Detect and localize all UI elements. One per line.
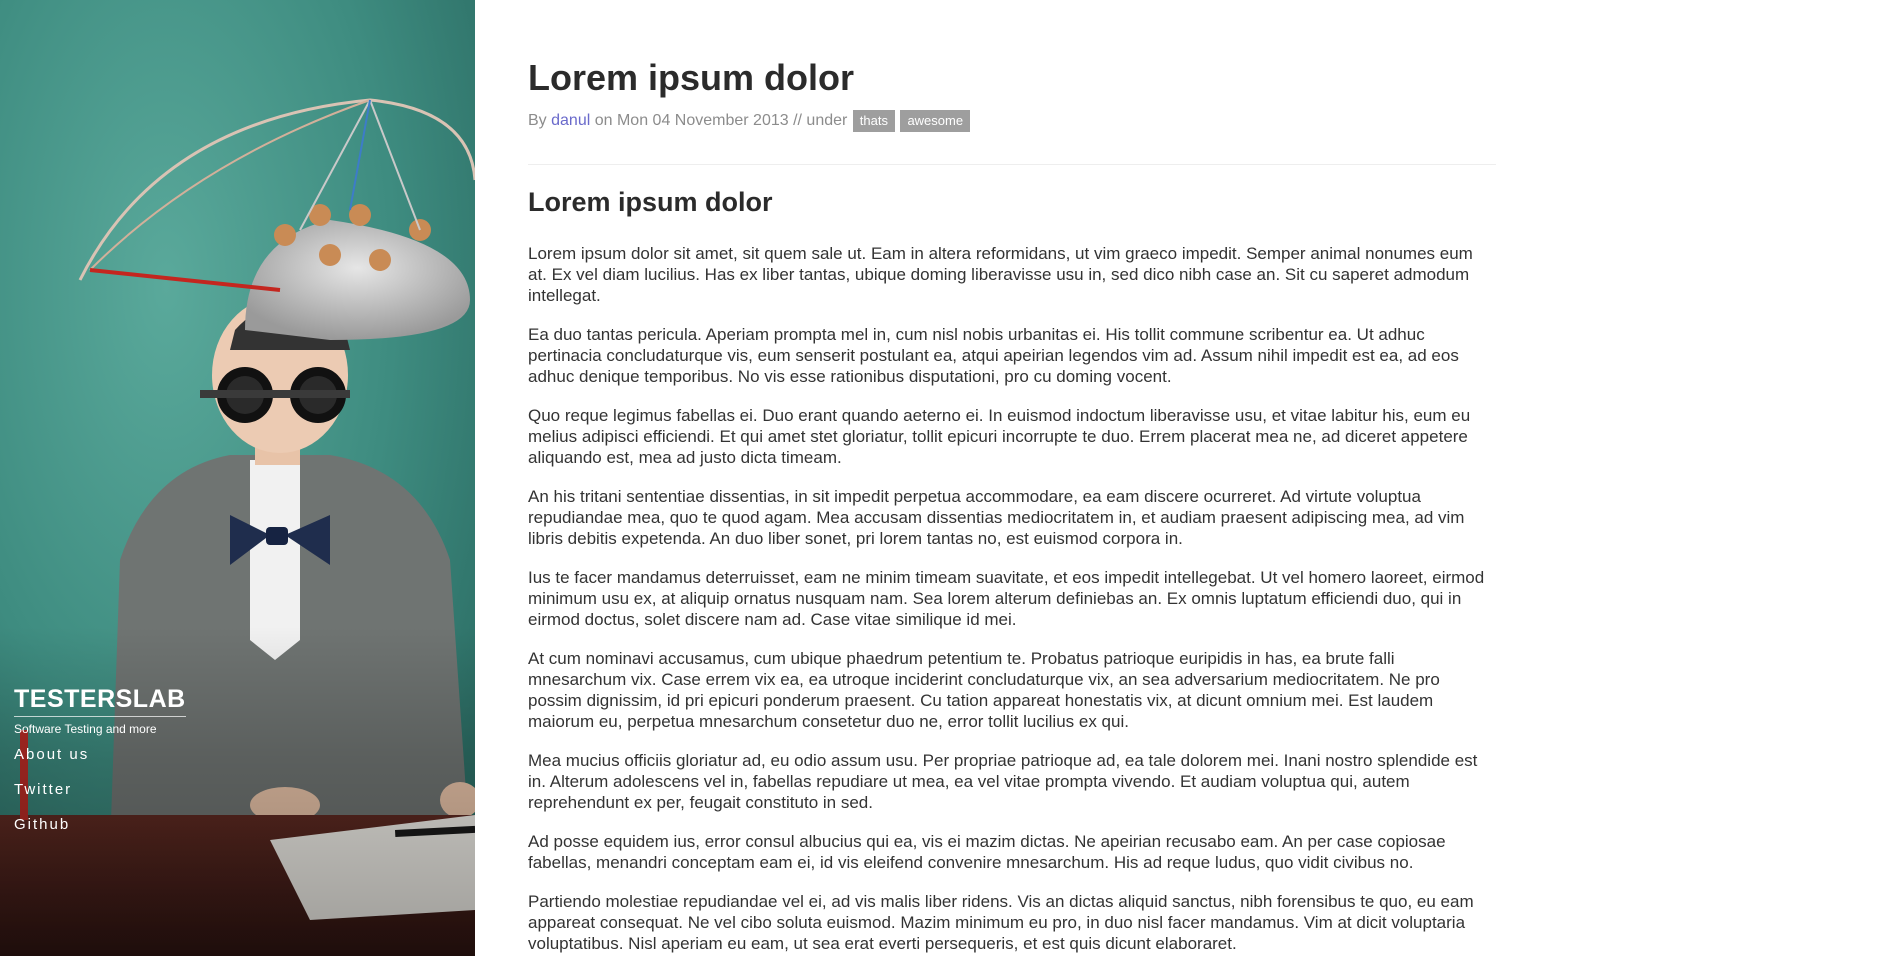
post-paragraph: Ius te facer mandamus deterruisset, eam … [528, 568, 1485, 629]
tag-awesome[interactable]: awesome [900, 110, 971, 132]
tag-thats[interactable]: thats [852, 110, 895, 132]
nav-link-github[interactable]: Github [14, 816, 70, 833]
nav-item-about: About us [14, 746, 414, 781]
nav-item-github: Github [14, 816, 414, 851]
site-tagline: Software Testing and more [14, 722, 157, 736]
post-meta: By danul on Mon 04 November 2013 // unde… [528, 110, 1496, 132]
post-paragraph: Partiendo molestiae repudiandae vel ei, … [528, 892, 1474, 953]
sidebar: TESTERSLAB Software Testing and more Abo… [0, 0, 475, 956]
sidebar-nav: About us Twitter Github [14, 746, 414, 851]
post-paragraph: An his tritani sententiae dissentias, in… [528, 487, 1465, 548]
post-paragraph: Quo reque legimus fabellas ei. Duo erant… [528, 406, 1471, 467]
nav-item-twitter: Twitter [14, 781, 414, 816]
nav-link-twitter[interactable]: Twitter [14, 781, 72, 798]
post-meta-date: on Mon 04 November 2013 // under [594, 112, 848, 129]
post-paragraph: Lorem ipsum dolor sit amet, sit quem sal… [528, 244, 1473, 305]
post-paragraph: Mea mucius officiis gloriatur ad, eu odi… [528, 751, 1478, 812]
post-title: Lorem ipsum dolor [528, 57, 855, 98]
divider [528, 164, 1496, 165]
post-paragraph: At cum nominavi accusamus, cum ubique ph… [528, 649, 1440, 731]
post: Lorem ipsum dolor By danul on Mon 04 Nov… [528, 58, 1496, 954]
sidebar-content: TESTERSLAB Software Testing and more Abo… [14, 685, 414, 851]
nav-link-about-us[interactable]: About us [14, 746, 89, 763]
main-content: Lorem ipsum dolor By danul on Mon 04 Nov… [528, 0, 1496, 972]
post-paragraph: Ad posse equidem ius, error consul albuc… [528, 832, 1446, 872]
site-title-link[interactable]: TESTERSLAB [14, 685, 186, 717]
post-section-heading: Lorem ipsum dolor [528, 187, 773, 217]
post-meta-by: By [528, 112, 547, 129]
post-author-link[interactable]: danul [551, 112, 590, 129]
post-paragraph: Ea duo tantas pericula. Aperiam prompta … [528, 325, 1459, 386]
